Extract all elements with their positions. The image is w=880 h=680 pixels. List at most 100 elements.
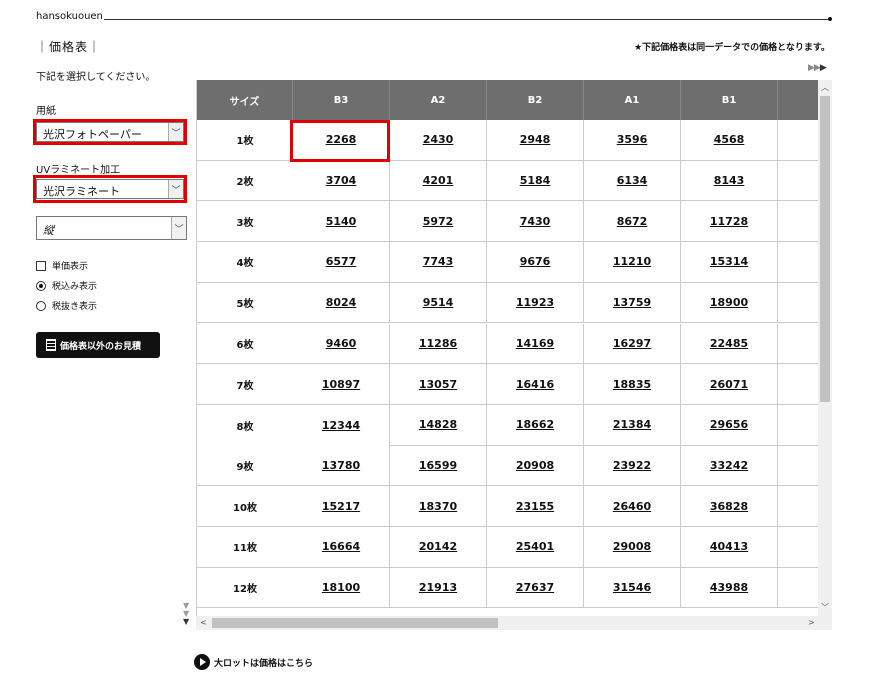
price-cell[interactable]: 7430 [487, 201, 584, 243]
price-cell[interactable]: 36 [778, 405, 819, 446]
unit-price-checkbox[interactable]: 単価表示 [36, 259, 88, 272]
chevron-down-icon: ﹀ [168, 180, 183, 198]
price-cell[interactable]: 15217 [293, 486, 390, 527]
row-label: 6枚 [197, 323, 293, 365]
price-cell[interactable]: 41 [778, 446, 819, 487]
size-header: サイズ [197, 80, 293, 120]
price-cell[interactable]: 8024 [293, 282, 390, 324]
row-label: 9枚 [197, 445, 293, 487]
price-cell[interactable]: 54 [778, 568, 819, 609]
price-cell[interactable]: 25401 [487, 527, 584, 568]
price-cell[interactable]: 21384 [584, 404, 681, 446]
scroll-down-icon[interactable]: ﹀ [821, 602, 829, 613]
price-cell[interactable]: 56 [778, 120, 819, 161]
price-cell[interactable]: 20142 [390, 527, 487, 568]
price-cell[interactable]: 6134 [584, 160, 681, 202]
price-cell[interactable]: 2268 [293, 120, 390, 161]
large-lot-link[interactable]: 大ロットは価格はこちら [194, 654, 313, 670]
scroll-right-arrows-icon[interactable]: ▶▶▶ [808, 63, 827, 73]
price-cell[interactable]: 3596 [584, 120, 681, 161]
price-cell[interactable]: 16297 [584, 323, 681, 365]
price-cell[interactable]: 2948 [487, 120, 584, 161]
price-cell[interactable]: 27 [778, 324, 819, 365]
price-cell[interactable]: 16599 [390, 445, 487, 487]
price-cell[interactable]: 18100 [293, 567, 390, 609]
brand-name: hansokuouen [36, 11, 103, 22]
price-cell[interactable]: 31546 [584, 567, 681, 609]
price-cell[interactable]: 29008 [584, 527, 681, 568]
price-cell[interactable]: 20908 [487, 445, 584, 487]
scroll-up-icon[interactable]: ︿ [821, 82, 829, 93]
price-cell[interactable]: 5972 [390, 201, 487, 243]
price-table: サイズ B3A2B2A1B1A 1枚2268243029483596456856… [196, 80, 819, 616]
row-label: 2枚 [197, 160, 293, 202]
paper-select[interactable]: 光沢フォトペーパー ﹀ [36, 122, 184, 142]
price-cell[interactable]: 8672 [584, 201, 681, 243]
price-cell[interactable]: 11210 [584, 242, 681, 283]
price-cell[interactable]: 43988 [681, 567, 778, 609]
price-cell[interactable]: 23155 [487, 486, 584, 527]
price-cell[interactable]: 18835 [584, 364, 681, 405]
price-cell[interactable]: 14 [778, 201, 819, 243]
price-cell[interactable]: 12344 [293, 404, 390, 446]
tax-in-label: 税込み表示 [52, 282, 98, 292]
price-cell[interactable]: 36828 [681, 486, 778, 527]
price-cell[interactable]: 9676 [487, 242, 584, 283]
other-estimate-button[interactable]: 価格表以外のお見積 [36, 332, 160, 358]
scroll-down-arrows-icon[interactable]: ▼ ▼ ▼ [183, 602, 189, 626]
price-cell[interactable]: 15314 [681, 242, 778, 283]
scroll-right-icon[interactable]: > [808, 618, 815, 627]
row-label: 3枚 [197, 201, 293, 243]
price-cell[interactable]: 11728 [681, 201, 778, 243]
column-header: A [778, 80, 819, 120]
price-cell[interactable]: 13057 [390, 364, 487, 405]
scroll-left-icon[interactable]: < [200, 618, 207, 627]
uv-select[interactable]: 光沢ラミネート ﹀ [36, 179, 184, 199]
price-cell[interactable]: 31 [778, 364, 819, 405]
price-cell[interactable]: 14169 [487, 323, 584, 365]
price-cell[interactable]: 16416 [487, 364, 584, 405]
horizontal-scroll-thumb[interactable] [212, 618, 498, 628]
price-cell[interactable]: 23922 [584, 445, 681, 487]
price-cell[interactable]: 16664 [293, 527, 390, 568]
price-cell[interactable]: 22485 [681, 323, 778, 365]
price-cell[interactable]: 13780 [293, 445, 390, 487]
price-cell[interactable]: 27637 [487, 567, 584, 609]
price-cell[interactable]: 3704 [293, 160, 390, 202]
price-cell[interactable]: 26460 [584, 486, 681, 527]
price-cell[interactable]: 5140 [293, 201, 390, 243]
price-cell[interactable]: 50 [778, 527, 819, 568]
price-cell[interactable]: 9514 [390, 282, 487, 324]
price-cell[interactable]: 14828 [390, 404, 487, 446]
price-cell[interactable]: 8143 [681, 160, 778, 202]
price-cell[interactable]: 6577 [293, 242, 390, 283]
vertical-scroll-thumb[interactable] [820, 96, 830, 402]
price-cell[interactable]: 7743 [390, 242, 487, 283]
orientation-select[interactable]: 縦 ﹀ [36, 216, 187, 240]
price-cell[interactable]: 2430 [390, 120, 487, 161]
price-cell[interactable]: 19 [778, 242, 819, 283]
price-cell[interactable]: 33242 [681, 445, 778, 487]
price-cell[interactable]: 11923 [487, 282, 584, 324]
price-cell[interactable]: 10 [778, 161, 819, 202]
tax-out-label: 税抜き表示 [52, 302, 98, 312]
price-cell[interactable]: 9460 [293, 323, 390, 365]
chevron-down-icon: ﹀ [168, 123, 183, 141]
price-cell[interactable]: 23 [778, 283, 819, 324]
price-cell[interactable]: 18370 [390, 486, 487, 527]
price-cell[interactable]: 21913 [390, 567, 487, 609]
price-cell[interactable]: 29656 [681, 404, 778, 446]
price-cell[interactable]: 26071 [681, 364, 778, 405]
price-cell[interactable]: 10897 [293, 364, 390, 405]
price-cell[interactable]: 4568 [681, 120, 778, 161]
price-cell[interactable]: 40413 [681, 527, 778, 568]
price-cell[interactable]: 18900 [681, 282, 778, 324]
tax-in-radio[interactable]: 税込み表示 [36, 279, 97, 292]
price-cell[interactable]: 45 [778, 486, 819, 527]
price-cell[interactable]: 18662 [487, 404, 584, 446]
price-cell[interactable]: 11286 [390, 323, 487, 365]
tax-out-radio[interactable]: 税抜き表示 [36, 299, 97, 312]
price-cell[interactable]: 4201 [390, 160, 487, 202]
price-cell[interactable]: 5184 [487, 160, 584, 202]
price-cell[interactable]: 13759 [584, 282, 681, 324]
